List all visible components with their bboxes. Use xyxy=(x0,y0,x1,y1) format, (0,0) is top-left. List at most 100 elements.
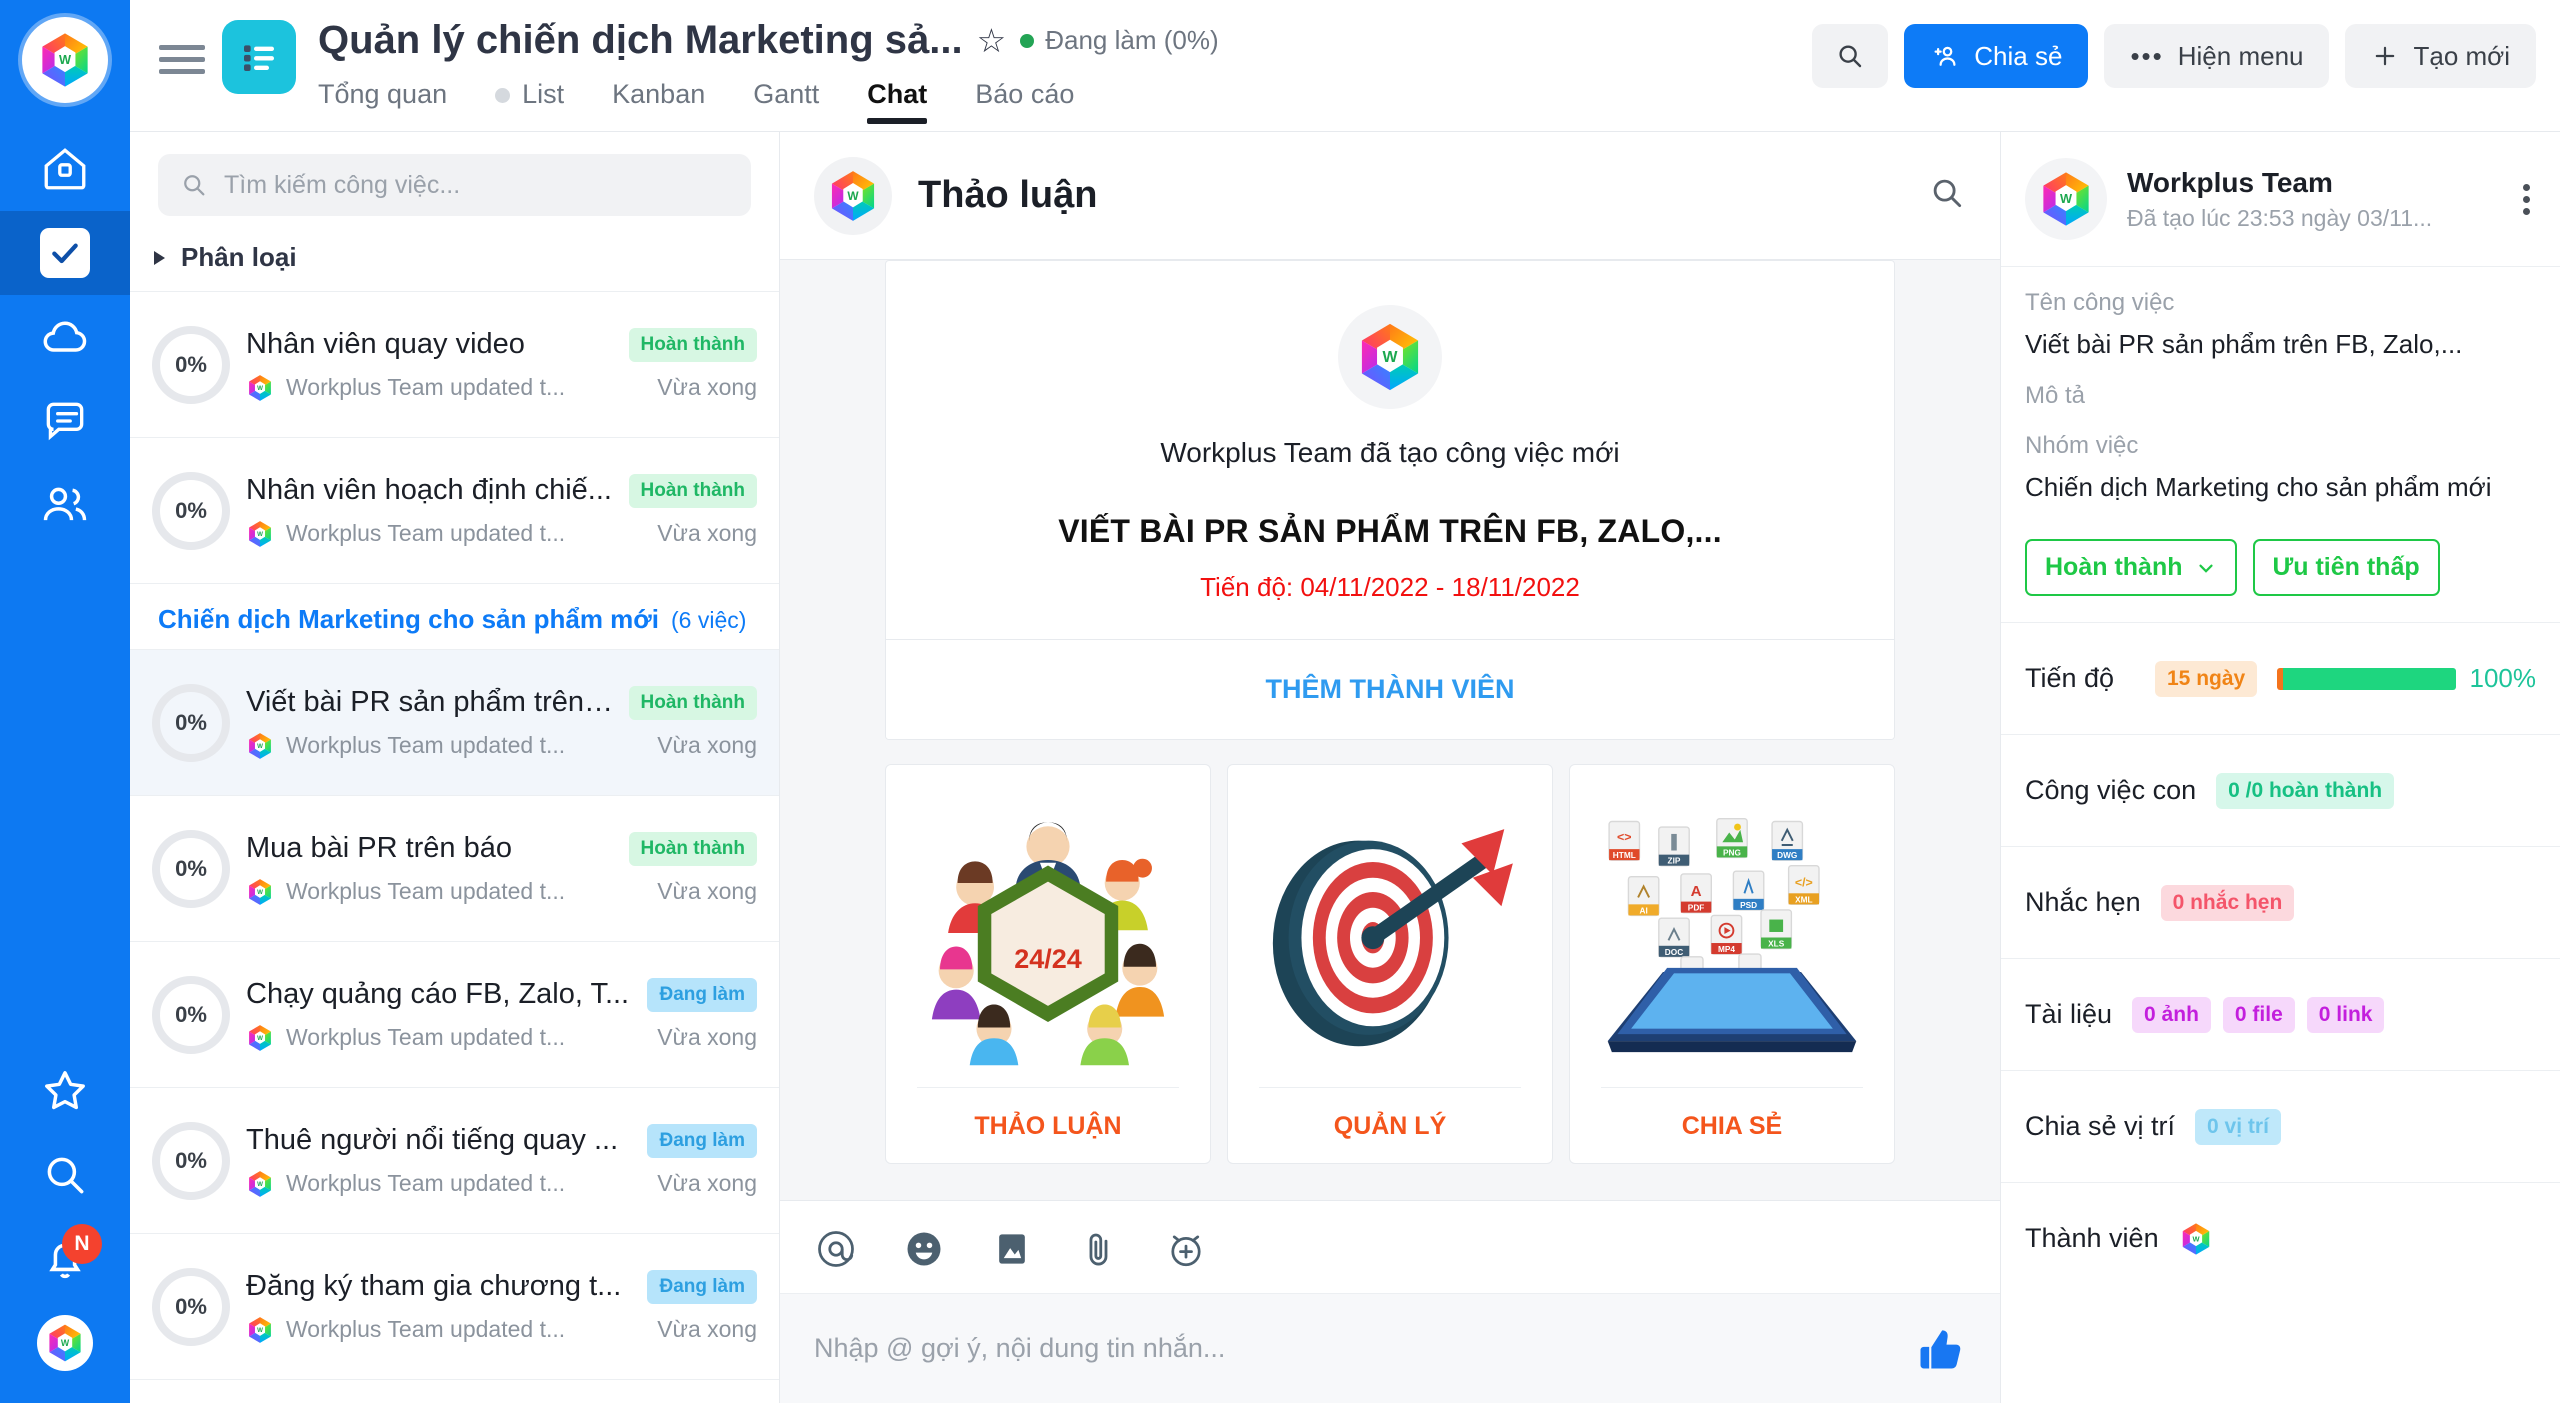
feature-card-chia-se[interactable]: <> HTML ZIP PNG DWG AI A PDF PSD </> XML DO xyxy=(1569,764,1895,1164)
status-dropdown-button[interactable]: Hoàn thành xyxy=(2025,539,2237,596)
location-count-tag: 0 vị trí xyxy=(2195,1108,2281,1145)
detail-row-subtasks[interactable]: Công việc con 0 /0 hoàn thành xyxy=(2001,734,2560,846)
table-row[interactable]: 0% Chạy quảng cáo FB, Zalo, T... Đang là… xyxy=(130,941,779,1087)
rail-item-chat[interactable] xyxy=(0,379,130,463)
avatar xyxy=(2025,158,2107,240)
table-row[interactable]: 0% Tổ chức trải nghiệm sản p... Hoàn thà… xyxy=(130,1379,779,1403)
tab-kanban[interactable]: Kanban xyxy=(612,71,731,126)
more-options-button[interactable] xyxy=(2517,178,2536,221)
table-row[interactable]: 0% Đăng ký tham gia chương t... Đang làm… xyxy=(130,1233,779,1379)
progress-ring: 0% xyxy=(152,975,230,1054)
main-area: Quản lý chiến dịch Marketing sả... ☆ Đan… xyxy=(130,0,2560,1403)
table-row[interactable]: 0% Nhân viên hoạch định chiế... Hoàn thà… xyxy=(130,437,779,583)
status-badge: Hoàn thành xyxy=(628,327,757,362)
show-menu-button[interactable]: ••• Hiện menu xyxy=(2104,24,2330,88)
rail-item-home[interactable] xyxy=(0,127,130,211)
tab-list[interactable]: List xyxy=(495,71,590,126)
category-toggle[interactable]: Phân loại xyxy=(130,228,779,291)
feature-card-quan-ly[interactable]: QUẢN LÝ xyxy=(1227,764,1553,1164)
status-badge: Hoàn thành xyxy=(628,685,757,720)
task-time: Vừa xong xyxy=(657,878,757,904)
tab-tong-quan[interactable]: Tổng quan xyxy=(318,71,473,126)
avatar xyxy=(246,878,274,906)
tab-chat[interactable]: Chat xyxy=(867,71,953,126)
image-icon[interactable] xyxy=(990,1227,1034,1271)
thumbs-up-icon[interactable] xyxy=(1914,1323,1966,1375)
status-badge: Hoàn thành xyxy=(628,473,757,508)
chevron-right-icon xyxy=(154,250,165,265)
link-count-tag: 0 link xyxy=(2306,996,2385,1033)
detail-row-documents[interactable]: Tài liệu 0 ảnh 0 file 0 link xyxy=(2001,958,2560,1070)
add-member-button[interactable]: THÊM THÀNH VIÊN xyxy=(886,639,1894,739)
share-button[interactable]: Chia sẻ xyxy=(1904,24,2089,88)
tab-bao-cao[interactable]: Báo cáo xyxy=(975,71,1100,126)
priority-button[interactable]: Ưu tiên thấp xyxy=(2252,539,2440,596)
detail-row-reminders[interactable]: Nhắc hẹn 0 nhắc hẹn xyxy=(2001,846,2560,958)
detail-row-progress[interactable]: Tiến độ 15 ngày 100% xyxy=(2001,622,2560,734)
people-round-table-icon: 24/24 xyxy=(931,822,1165,1066)
chat-bubble-icon xyxy=(46,402,84,441)
detail-row-location[interactable]: Chia sẻ vị trí 0 vị trí xyxy=(2001,1070,2560,1182)
rail-item-profile[interactable] xyxy=(0,1301,130,1385)
files-tablet-illustration: <> HTML ZIP PNG DWG AI A PDF PSD </> XML DO xyxy=(1587,787,1877,1087)
field-value: Chiến dịch Marketing cho sản phẩm mới xyxy=(2025,472,2492,502)
search-icon xyxy=(1933,179,1962,208)
svg-text:A: A xyxy=(1691,883,1702,900)
task-subtitle: Workplus Team updated t... xyxy=(286,732,566,758)
card-title: VIẾT BÀI PR SẢN PHẨM TRÊN FB, ZALO,... xyxy=(1058,513,1722,549)
status-dot-icon xyxy=(1020,33,1035,48)
svg-text:AI: AI xyxy=(1639,906,1647,915)
rail-item-tasks[interactable] xyxy=(0,211,130,295)
people-round-table-illustration: 24/24 xyxy=(913,787,1183,1087)
detail-row-members[interactable]: Thành viên xyxy=(2001,1182,2560,1294)
avatar xyxy=(246,1316,274,1344)
create-new-button[interactable]: Tạo mới xyxy=(2345,24,2536,88)
subtask-count-tag: 0 /0 hoàn thành xyxy=(2216,772,2395,809)
table-row[interactable]: 0% Thuê người nổi tiếng quay ... Đang là… xyxy=(130,1087,779,1233)
task-time: Vừa xong xyxy=(657,1170,757,1196)
attachment-icon[interactable] xyxy=(1078,1228,1120,1270)
task-group-count: (6 việc) xyxy=(671,607,747,633)
search-icon xyxy=(1839,45,1862,68)
header-search-button[interactable] xyxy=(1812,24,1889,88)
favorite-star-icon[interactable]: ☆ xyxy=(977,24,1007,57)
svg-text:ZIP: ZIP xyxy=(1668,856,1681,865)
mention-icon[interactable] xyxy=(814,1227,858,1271)
progress-ring: 0% xyxy=(152,1121,230,1200)
task-subtitle: Workplus Team updated t... xyxy=(286,374,566,400)
search-icon xyxy=(47,1157,84,1194)
progress-ring: 0% xyxy=(152,683,230,762)
avatar xyxy=(246,1024,274,1052)
rail-item-notifications[interactable]: N xyxy=(0,1217,130,1301)
reminder-icon[interactable] xyxy=(1164,1227,1208,1271)
category-label: Phân loại xyxy=(181,242,297,272)
task-subtitle: Workplus Team updated t... xyxy=(286,878,566,904)
menu-toggle-button[interactable] xyxy=(156,38,208,81)
message-input[interactable] xyxy=(814,1333,1894,1364)
table-row[interactable]: 0% Viết bài PR sản phẩm trên ... Hoàn th… xyxy=(130,649,779,795)
rail-item-people[interactable] xyxy=(0,463,130,547)
search-box[interactable] xyxy=(158,154,751,216)
message-composer xyxy=(780,1200,2000,1403)
detail-owner-name: Workplus Team xyxy=(2127,166,2333,198)
rail-item-cloud[interactable] xyxy=(0,295,130,379)
feature-card-thao-luan[interactable]: 24/24 THẢO LUẬN xyxy=(885,764,1211,1164)
task-name: Nhân viên quay video xyxy=(246,328,525,360)
app-root: N Quản lý chiến dịch Marketing sả... ☆ Đ… xyxy=(0,0,2560,1403)
top-bar: Quản lý chiến dịch Marketing sả... ☆ Đan… xyxy=(130,0,2560,131)
show-menu-label: Hiện menu xyxy=(2177,40,2304,71)
tab-dot-icon xyxy=(495,88,511,104)
table-row[interactable]: 0% Nhân viên quay video Hoàn thành Workp… xyxy=(130,291,779,437)
tab-gantt[interactable]: Gantt xyxy=(753,71,845,126)
task-group-title: Chiến dịch Marketing cho sản phẩm mới xyxy=(158,604,660,634)
detail-field-description: Mô tả xyxy=(2001,378,2560,428)
table-row[interactable]: 0% Mua bài PR trên báo Hoàn thành Workpl… xyxy=(130,795,779,941)
search-input[interactable] xyxy=(224,170,729,200)
chat-search-button[interactable] xyxy=(1928,174,1966,217)
rail-item-favorites[interactable] xyxy=(0,1049,130,1133)
rail-item-search[interactable] xyxy=(0,1133,130,1217)
task-group-header[interactable]: Chiến dịch Marketing cho sản phẩm mới (6… xyxy=(130,583,779,649)
emoji-icon[interactable] xyxy=(902,1227,946,1271)
rail-brand-logo[interactable] xyxy=(22,17,108,103)
cloud-icon xyxy=(43,321,87,352)
